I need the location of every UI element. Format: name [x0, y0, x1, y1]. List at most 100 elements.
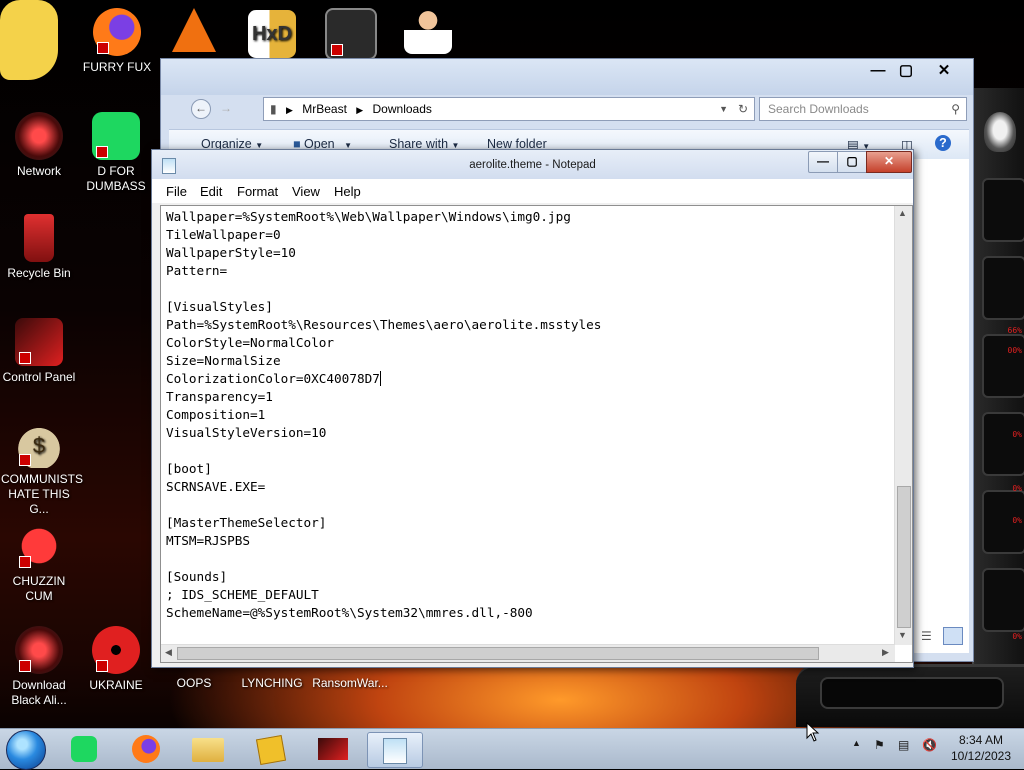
- horizontal-scroll-thumb[interactable]: [177, 647, 819, 660]
- menu-format[interactable]: Format: [237, 184, 278, 199]
- large-icons-view-icon[interactable]: [943, 627, 963, 645]
- desktop-icon-label: Download Black Ali...: [11, 678, 67, 707]
- start-orb-icon[interactable]: [6, 730, 46, 770]
- taskbar-red-app[interactable]: [306, 732, 360, 766]
- desktop-icon-spotify[interactable]: D FOR DUMBASS: [78, 112, 154, 194]
- horizontal-scrollbar[interactable]: ◀ ▶: [161, 644, 895, 662]
- clock-time[interactable]: 8:34 AM: [948, 733, 1014, 747]
- desktop-icon-furry-fux[interactable]: FURRY FUX: [79, 8, 155, 75]
- alien-widget-panel: 66% 00% 0% 0% 0% 0% 0%: [972, 88, 1024, 708]
- yellow-box-icon: [255, 734, 287, 766]
- desktop-icon-label: D FOR DUMBASS: [86, 164, 146, 193]
- red-app-icon: [318, 738, 348, 760]
- vertical-scrollbar[interactable]: ▲ ▼: [894, 206, 912, 645]
- desktop-icon-hxd[interactable]: HxD: [234, 10, 310, 62]
- desktop-icon-ransomware[interactable]: RansomWar...: [312, 676, 388, 691]
- alien-head-icon: [15, 626, 63, 674]
- forward-button[interactable]: →: [217, 99, 235, 117]
- scroll-left-icon[interactable]: ◀: [165, 647, 172, 658]
- breadcrumb-separator-icon: ▶: [356, 105, 364, 115]
- maximize-button[interactable]: ▢: [891, 61, 921, 83]
- alien-readout: 0%: [1012, 632, 1022, 641]
- address-bar[interactable]: ▮ ▶ MrBeast ▶ Downloads ▼ ↻: [263, 97, 755, 121]
- notepad-window[interactable]: aerolite.theme - Notepad — ▢ ✕ File Edit…: [151, 149, 914, 668]
- desktop-icon-download-black-alien[interactable]: Download Black Ali...: [1, 626, 77, 708]
- desktop-icon-chuzzle[interactable]: CHUZZIN CUM: [1, 522, 77, 604]
- maze-app-icon: [325, 8, 377, 60]
- menu-view[interactable]: View: [292, 184, 320, 199]
- radiation-icon: [92, 626, 140, 674]
- alien-readout: 66%: [1007, 326, 1022, 335]
- help-icon[interactable]: ?: [935, 135, 951, 151]
- text-editor-area[interactable]: Wallpaper=%SystemRoot%\Web\Wallpaper\Win…: [160, 205, 913, 663]
- desktop-icon-star[interactable]: [0, 0, 76, 80]
- desktop-icon-lynching[interactable]: LYNCHING: [234, 676, 310, 691]
- spotify-icon: [92, 112, 140, 160]
- alien-network-icon: [15, 112, 63, 160]
- taskbar-file-explorer[interactable]: [182, 732, 236, 766]
- volume-muted-icon[interactable]: 🔇: [922, 738, 937, 752]
- minimize-button[interactable]: —: [863, 61, 893, 83]
- back-button[interactable]: ←: [191, 99, 211, 119]
- desktop-icon-control-panel[interactable]: Control Panel: [1, 318, 77, 385]
- text-before-caret: Wallpaper=%SystemRoot%\Web\Wallpaper\Win…: [166, 209, 602, 386]
- show-hidden-icons-icon[interactable]: ▲: [852, 738, 861, 748]
- close-button[interactable]: ✕: [929, 61, 959, 83]
- desktop-icon-network[interactable]: Network: [1, 112, 77, 179]
- hxd-icon: HxD: [248, 10, 296, 58]
- scroll-down-icon[interactable]: ▼: [898, 630, 907, 640]
- refresh-icon[interactable]: ↻: [738, 98, 748, 120]
- clock-date[interactable]: 10/12/2023: [948, 749, 1014, 763]
- firefox-icon: [132, 735, 160, 763]
- explorer-title-bar[interactable]: — ▢ ✕: [161, 59, 973, 95]
- notepad-title-bar[interactable]: aerolite.theme - Notepad — ▢ ✕: [152, 150, 913, 179]
- menu-edit[interactable]: Edit: [200, 184, 222, 199]
- breadcrumb-separator-icon: ▶: [285, 105, 293, 115]
- desktop-icon-vlc[interactable]: [156, 8, 232, 56]
- desktop-icon-label: RansomWar...: [312, 676, 388, 690]
- details-view-icon[interactable]: ☰: [921, 629, 932, 643]
- desktop-icon-money-bag[interactable]: $ COMMUNISTS HATE THIS G...: [1, 420, 83, 517]
- address-dropdown-icon[interactable]: ▼: [719, 98, 728, 120]
- folder-icon: ▮: [270, 102, 277, 116]
- desktop-icon-oops[interactable]: OOPS: [156, 676, 232, 691]
- minimize-button[interactable]: —: [808, 151, 838, 173]
- desktop-icon-ukraine[interactable]: UKRAINE: [78, 626, 154, 693]
- menu-help[interactable]: Help: [334, 184, 361, 199]
- desktop-icon-recycle-bin[interactable]: Recycle Bin: [1, 214, 77, 281]
- taskbar-sticky-app[interactable]: [244, 732, 298, 766]
- taskbar-notepad[interactable]: [367, 732, 423, 768]
- breadcrumb-item[interactable]: Downloads: [373, 102, 432, 116]
- maximize-button[interactable]: ▢: [837, 151, 867, 173]
- desktop-icon-label: OOPS: [176, 676, 212, 690]
- alien-readout: 0%: [1012, 516, 1022, 525]
- desktop-icon-doctor[interactable]: [390, 6, 466, 58]
- document-text[interactable]: Wallpaper=%SystemRoot%\Web\Wallpaper\Win…: [166, 208, 601, 622]
- desktop-icon-label: Recycle Bin: [7, 266, 71, 280]
- search-input[interactable]: Search Downloads ⚲: [759, 97, 967, 121]
- search-icon: ⚲: [951, 102, 960, 116]
- text-caret: [379, 371, 381, 386]
- scroll-up-icon[interactable]: ▲: [898, 208, 907, 218]
- menu-file[interactable]: File: [166, 184, 187, 199]
- desktop-icon-label: UKRAINE: [89, 678, 143, 692]
- spotify-icon: [71, 736, 97, 762]
- close-button[interactable]: ✕: [866, 151, 912, 173]
- taskbar-firefox[interactable]: [120, 732, 174, 766]
- action-center-flag-icon[interactable]: ⚑: [874, 738, 885, 752]
- search-placeholder: Search Downloads: [768, 102, 869, 116]
- desktop-icon-label: Network: [16, 164, 61, 178]
- alien-widget-base: [796, 664, 1024, 727]
- taskbar-spotify[interactable]: [58, 732, 112, 766]
- chuzzle-creature-icon: [15, 522, 63, 570]
- scroll-right-icon[interactable]: ▶: [882, 647, 889, 658]
- breadcrumb-item[interactable]: MrBeast: [302, 102, 347, 116]
- desktop-icon-label: LYNCHING: [241, 676, 303, 690]
- mouse-cursor-icon: [806, 722, 820, 742]
- vertical-scroll-thumb[interactable]: [897, 486, 911, 628]
- network-icon[interactable]: ▤: [898, 738, 909, 752]
- cartoon-character-icon: [0, 0, 58, 80]
- text-after-caret: Transparency=1 Composition=1 VisualStyle…: [166, 389, 533, 620]
- desktop-icon-maze[interactable]: [313, 8, 389, 64]
- taskbar: ▲ ⚑ ▤ 🔇 8:34 AM 10/12/2023: [0, 728, 1024, 770]
